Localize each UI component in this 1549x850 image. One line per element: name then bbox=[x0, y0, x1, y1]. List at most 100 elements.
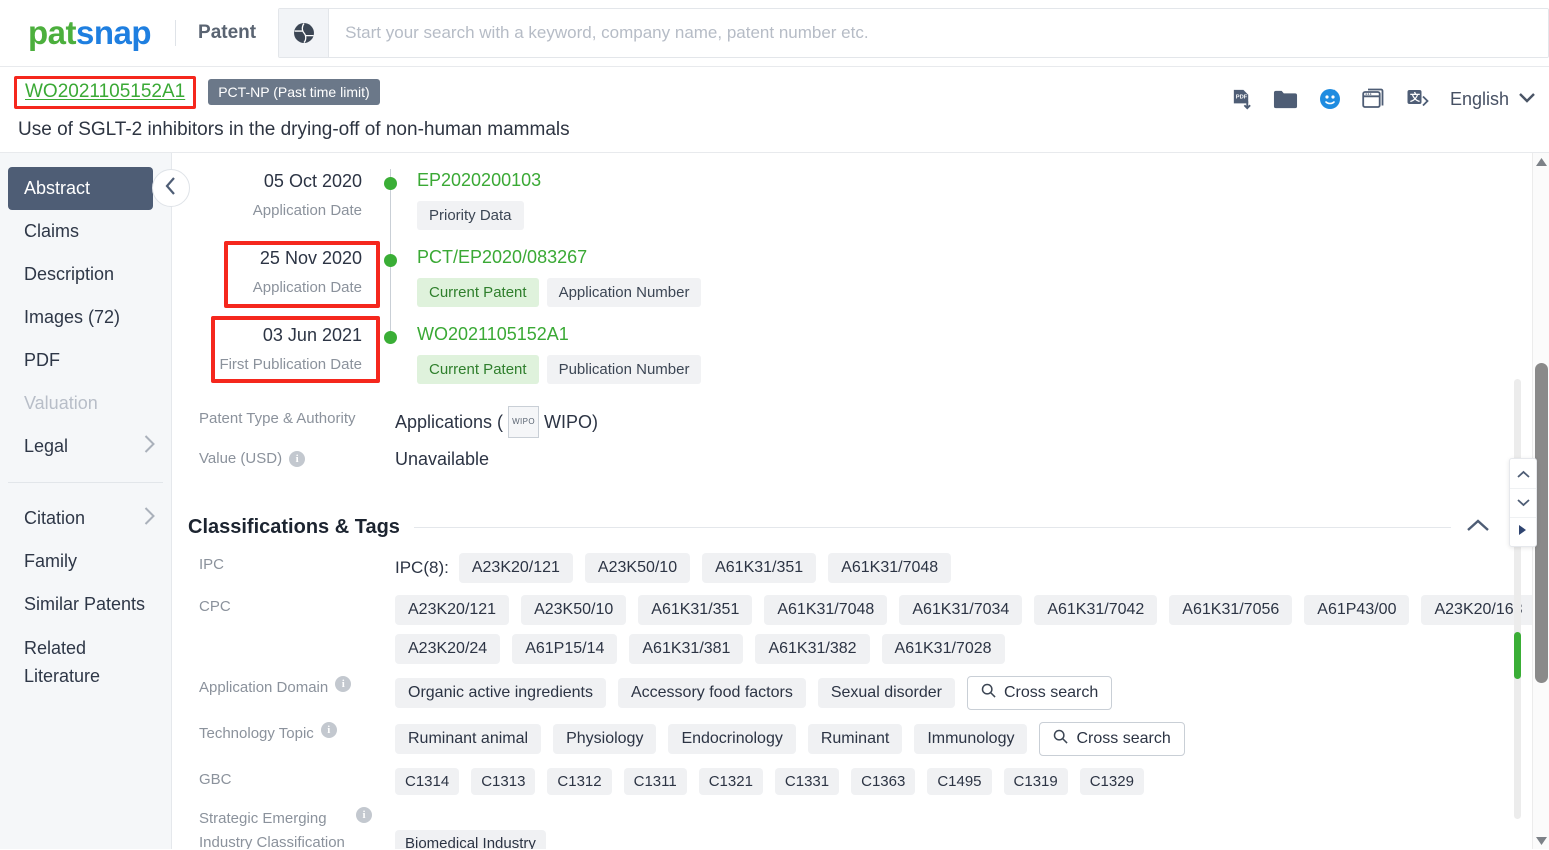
classification-chip[interactable]: C1314 bbox=[395, 768, 460, 795]
classification-chip[interactable]: Organic active ingredients bbox=[395, 678, 606, 708]
classification-chip[interactable]: A61P15/14 bbox=[512, 634, 618, 664]
sidebar-item-abstract[interactable]: Abstract bbox=[8, 167, 153, 210]
classification-chip[interactable]: Biomedical Industry bbox=[395, 829, 546, 849]
sidebar-item-label: Claims bbox=[24, 221, 80, 241]
classification-chip[interactable]: A23K20/121 bbox=[395, 595, 510, 625]
classification-chip[interactable]: A23K20/121 bbox=[458, 553, 573, 583]
label-text: Application Domain bbox=[199, 679, 329, 696]
sidebar-item-similar-patents[interactable]: Similar Patents bbox=[0, 583, 171, 626]
classification-row-application-domain: Application Domain i Organic active ingr… bbox=[188, 676, 1549, 710]
classification-chip[interactable]: C1329 bbox=[1079, 768, 1144, 795]
value-usd-row: Value (USD) i Unavailable bbox=[188, 446, 1549, 480]
info-icon[interactable]: i bbox=[356, 807, 372, 823]
sidebar-item-label: Valuation bbox=[24, 393, 98, 413]
folder-icon[interactable] bbox=[1273, 88, 1298, 111]
language-selector[interactable]: English bbox=[1450, 89, 1535, 110]
timeline-number-link[interactable]: PCT/EP2020/083267 bbox=[417, 246, 701, 268]
classification-chip[interactable]: Physiology bbox=[553, 724, 657, 754]
sidebar-item-family[interactable]: Family bbox=[0, 540, 171, 583]
timeline-number-link[interactable]: WO2021105152A1 bbox=[417, 323, 701, 345]
section-title: Classifications & Tags bbox=[188, 516, 400, 538]
classification-chip[interactable]: Immunology bbox=[914, 724, 1028, 754]
nav-next-button[interactable] bbox=[1510, 488, 1536, 517]
classification-chip[interactable]: A61K31/7048 bbox=[828, 553, 952, 583]
info-icon[interactable]: i bbox=[335, 676, 352, 692]
classification-chip[interactable]: C1363 bbox=[851, 768, 916, 795]
svg-text:文: 文 bbox=[1410, 91, 1421, 104]
classification-chip[interactable]: A61K31/351 bbox=[638, 595, 753, 625]
info-icon[interactable]: i bbox=[289, 451, 306, 467]
timeline-date: 05 Oct 2020 bbox=[263, 171, 362, 191]
page-title: Use of SGLT-2 inhibitors in the drying-o… bbox=[18, 119, 570, 140]
classification-chip[interactable]: Endocrinology bbox=[668, 724, 796, 754]
pdf-download-icon[interactable]: PDF bbox=[1230, 88, 1253, 111]
inner-scrollbar-track[interactable] bbox=[1514, 379, 1521, 819]
classification-chip[interactable]: A23K50/10 bbox=[521, 595, 627, 625]
classification-chip[interactable]: Ruminant animal bbox=[395, 724, 542, 754]
cross-search-button[interactable]: Cross search bbox=[967, 676, 1113, 710]
classification-chip[interactable]: Ruminant bbox=[807, 724, 903, 754]
patent-number[interactable]: WO2021105152A1 bbox=[25, 81, 185, 103]
timeline-tag: Application Number bbox=[546, 278, 702, 307]
classification-chip[interactable]: A61K31/7048 bbox=[764, 595, 888, 625]
sidebar-item-label: Images (72) bbox=[24, 307, 121, 327]
patsnap-logo[interactable]: patsnap bbox=[28, 14, 152, 52]
scrollbar-down-arrow[interactable] bbox=[1533, 832, 1549, 849]
chevron-right-icon bbox=[144, 507, 155, 530]
scrollbar-up-arrow[interactable] bbox=[1533, 153, 1549, 170]
sidebar-item-citation[interactable]: Citation bbox=[0, 497, 171, 540]
classification-label: Application Domain i bbox=[188, 676, 380, 710]
classification-row-ipc: IPC IPC(8): A23K20/121 A23K50/10 A61K31/… bbox=[188, 553, 1549, 583]
value-usd-value: Unavailable bbox=[395, 449, 490, 469]
sidebar-item-claims[interactable]: Claims bbox=[0, 210, 171, 253]
patent-number-highlight: WO2021105152A1 bbox=[14, 75, 197, 109]
classification-chip[interactable]: A23K50/10 bbox=[584, 553, 691, 583]
nav-expand-button[interactable] bbox=[1510, 517, 1536, 546]
classification-row-strategic-emerging: Strategic Emerging Industry Classificati… bbox=[188, 807, 1549, 849]
sidebar-item-related-literature[interactable]: Related Literature bbox=[0, 626, 171, 694]
classification-chip[interactable]: C1331 bbox=[774, 768, 840, 795]
cross-search-button[interactable]: Cross search bbox=[1039, 722, 1185, 756]
classification-chip[interactable]: A61K31/7056 bbox=[1169, 595, 1293, 625]
timeline-date-block: 05 Oct 2020 Application Date bbox=[188, 169, 380, 246]
value-usd-label: Value (USD) i bbox=[188, 446, 380, 472]
classification-chip[interactable]: C1312 bbox=[547, 768, 612, 795]
timeline-date-label: Application Date bbox=[252, 202, 362, 219]
chemical-icon[interactable] bbox=[1318, 87, 1342, 111]
sidebar-item-description[interactable]: Description bbox=[0, 253, 171, 296]
classification-chip[interactable]: A61K31/7042 bbox=[1034, 595, 1158, 625]
timeline-row: 03 Jun 2021 First Publication Date WO202… bbox=[188, 323, 1549, 400]
classification-chip[interactable]: A61K31/381 bbox=[629, 634, 744, 664]
classification-chip[interactable]: C1319 bbox=[1003, 768, 1068, 795]
sidebar-item-pdf[interactable]: PDF bbox=[0, 339, 171, 382]
classification-chip[interactable]: A61K31/7034 bbox=[899, 595, 1023, 625]
globe-icon[interactable] bbox=[279, 9, 330, 57]
sidebar-item-legal[interactable]: Legal bbox=[0, 425, 171, 468]
timeline-number-link[interactable]: EP2020200103 bbox=[417, 169, 541, 191]
timeline-dot bbox=[384, 177, 397, 190]
classification-chip[interactable]: C1321 bbox=[698, 768, 763, 795]
language-label: English bbox=[1449, 88, 1509, 109]
classification-chip[interactable]: A61K31/382 bbox=[755, 634, 870, 664]
translate-icon[interactable]: 文 bbox=[1406, 88, 1430, 111]
classification-chip[interactable]: A23K20/24 bbox=[395, 634, 501, 664]
classification-values: C1314 C1313 C1312 C1311 C1321 C1331 C136… bbox=[380, 768, 1144, 795]
nav-previous-button[interactable] bbox=[1510, 459, 1536, 488]
info-icon[interactable]: i bbox=[320, 722, 337, 738]
classification-chip[interactable]: C1313 bbox=[471, 768, 536, 795]
classification-chip[interactable]: C1311 bbox=[623, 768, 687, 795]
classification-chip[interactable]: A61K31/7028 bbox=[881, 634, 1005, 664]
classification-chip[interactable]: Accessory food factors bbox=[617, 678, 806, 708]
inner-scrollbar-thumb[interactable] bbox=[1514, 632, 1521, 679]
section-collapse-button[interactable] bbox=[1467, 518, 1489, 537]
classification-chip[interactable]: A61P43/00 bbox=[1304, 595, 1410, 625]
classification-chip[interactable]: C1495 bbox=[927, 768, 992, 795]
classification-chip[interactable]: Sexual disorder bbox=[817, 678, 955, 708]
sidebar-collapse-button[interactable] bbox=[152, 169, 190, 207]
sidebar-item-label: Citation bbox=[24, 508, 86, 528]
classification-values: Ruminant animal Physiology Endocrinology… bbox=[380, 722, 1185, 756]
search-input[interactable] bbox=[329, 9, 1548, 57]
sidebar-item-images[interactable]: Images (72) bbox=[0, 296, 171, 339]
classification-chip[interactable]: A61K31/351 bbox=[702, 553, 817, 583]
window-icon[interactable] bbox=[1362, 88, 1386, 111]
